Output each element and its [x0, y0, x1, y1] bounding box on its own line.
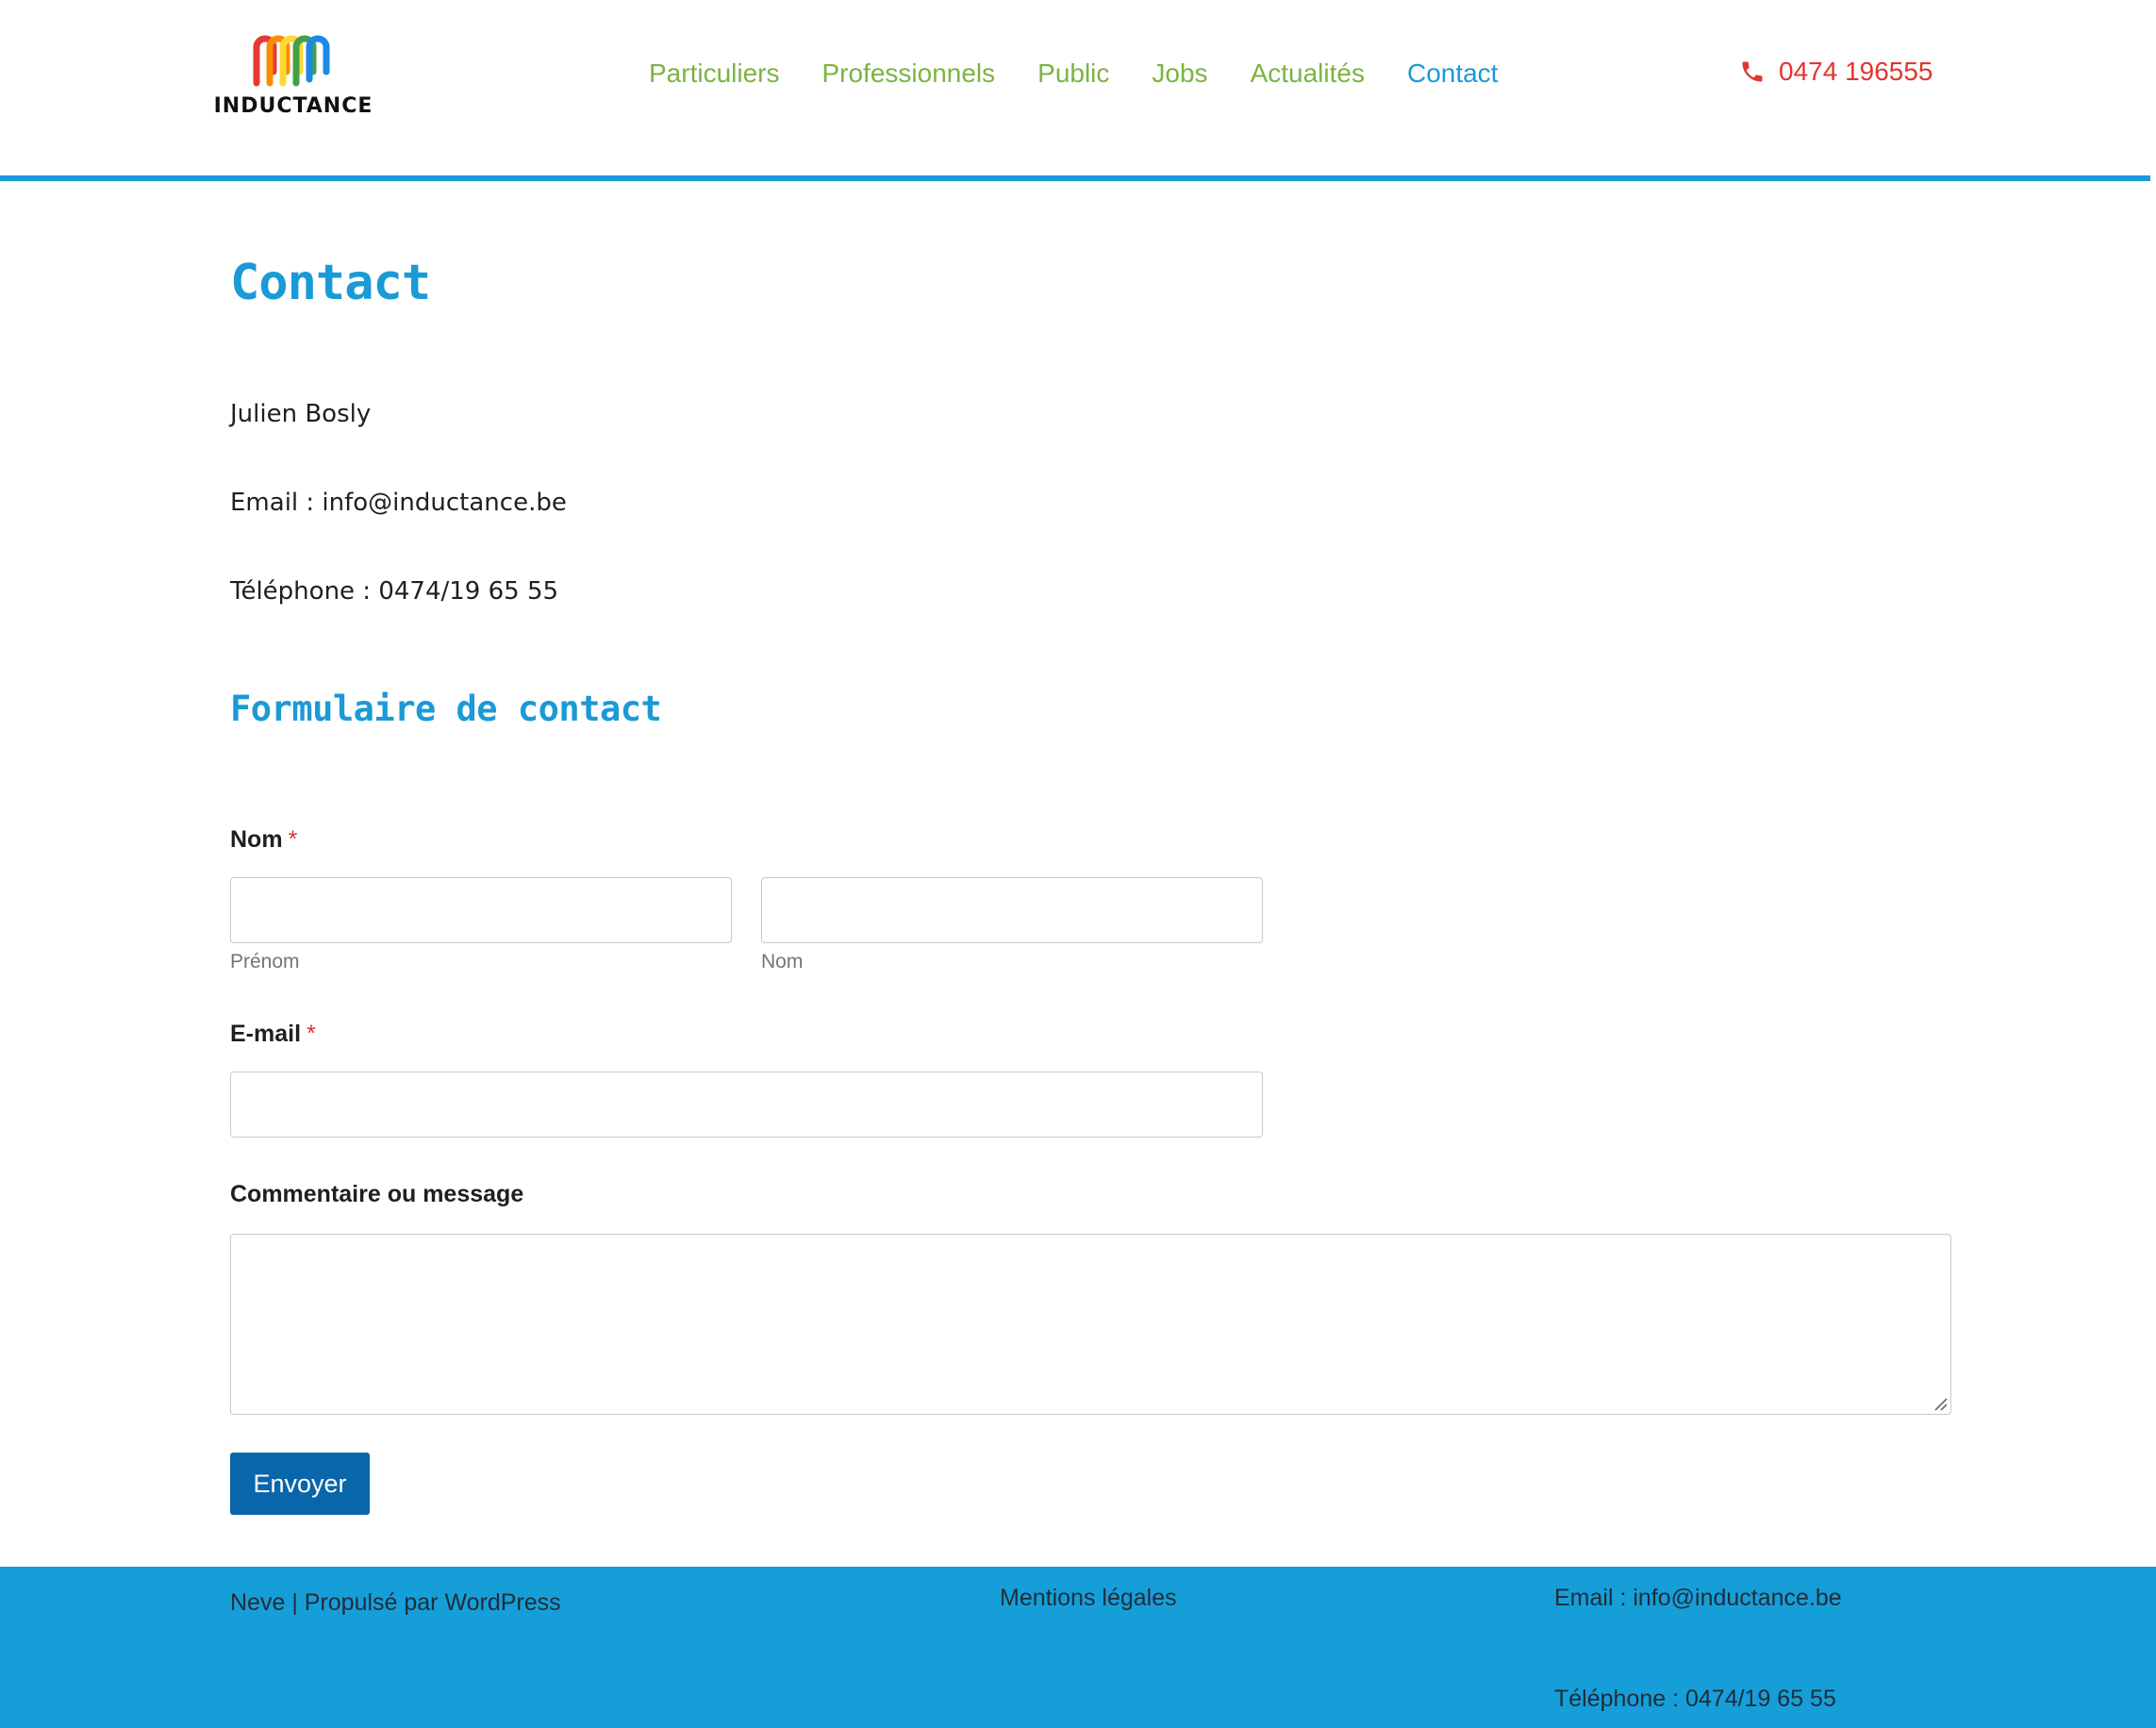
- first-name-input[interactable]: [230, 877, 732, 943]
- phone-icon: [1742, 61, 1763, 82]
- contact-email: Email : info@inductance.be: [230, 489, 567, 517]
- footer-credit: Neve | Propulsé par WordPress: [230, 1589, 561, 1617]
- form-title: Formulaire de contact: [230, 689, 662, 729]
- resize-grip-icon[interactable]: [1932, 1396, 1948, 1411]
- nav-item-jobs[interactable]: Jobs: [1152, 58, 1207, 89]
- site-footer: Neve | Propulsé par WordPress Mentions l…: [0, 1567, 2156, 1728]
- footer-phone: Téléphone : 0474/19 65 55: [1554, 1686, 1836, 1712]
- header-phone-link[interactable]: 0474 196555: [1739, 57, 1933, 87]
- submit-button[interactable]: Envoyer: [230, 1453, 370, 1515]
- name-label-text: Nom: [230, 826, 283, 853]
- nav-item-public[interactable]: Public: [1037, 58, 1109, 89]
- email-label-text: E-mail: [230, 1021, 302, 1047]
- main-nav: Particuliers Professionnels Public Jobs …: [649, 58, 1540, 89]
- required-marker: *: [288, 826, 298, 853]
- nav-item-actualites[interactable]: Actualités: [1251, 58, 1365, 89]
- required-marker: *: [307, 1021, 316, 1047]
- email-label: E-mail *: [230, 1021, 316, 1048]
- site-header: INDUCTANCE Particuliers Professionnels P…: [0, 0, 2150, 181]
- nav-item-contact[interactable]: Contact: [1407, 58, 1499, 89]
- site-logo[interactable]: INDUCTANCE: [213, 26, 373, 125]
- comment-label: Commentaire ou message: [230, 1181, 524, 1207]
- last-name-input[interactable]: [761, 877, 1263, 943]
- last-name-sublabel: Nom: [761, 951, 804, 972]
- logo-text: INDUCTANCE: [213, 94, 373, 118]
- email-input[interactable]: [230, 1072, 1263, 1138]
- name-label: Nom *: [230, 826, 297, 854]
- comment-textarea[interactable]: [230, 1234, 1951, 1415]
- header-phone-number: 0474 196555: [1779, 57, 1933, 86]
- footer-wordpress-link[interactable]: WordPress: [444, 1589, 560, 1616]
- nav-item-particuliers[interactable]: Particuliers: [649, 58, 779, 89]
- footer-legal-link[interactable]: Mentions légales: [1000, 1585, 1177, 1612]
- page-title: Contact: [230, 255, 431, 311]
- first-name-sublabel: Prénom: [230, 951, 300, 972]
- footer-email: Email : info@inductance.be: [1554, 1585, 1842, 1611]
- nav-item-professionnels[interactable]: Professionnels: [821, 58, 995, 89]
- footer-theme-link[interactable]: Neve: [230, 1589, 285, 1616]
- rainbow-coil-logo-icon: [253, 35, 330, 87]
- contact-name: Julien Bosly: [230, 400, 372, 428]
- contact-phone: Téléphone : 0474/19 65 55: [230, 577, 559, 606]
- footer-credit-separator: | Propulsé par: [285, 1589, 445, 1616]
